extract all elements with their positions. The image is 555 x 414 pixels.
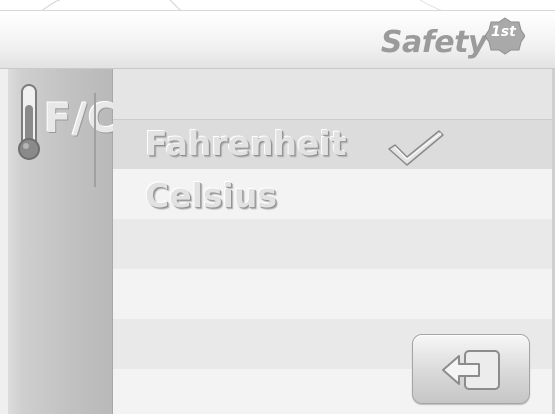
sidebar-divider [94, 93, 96, 187]
brand-badge-label: 1st [491, 24, 516, 40]
sidebar: F/C [0, 69, 117, 414]
list-row [113, 69, 555, 119]
brand-name: Safety [380, 25, 488, 60]
back-arrow-icon [442, 350, 500, 390]
list-row [113, 219, 555, 269]
back-button[interactable] [412, 334, 530, 404]
option-celsius-label[interactable]: Celsius [145, 179, 277, 212]
brand-logo: Safety 1st [380, 17, 525, 63]
checkmark-icon [385, 127, 447, 167]
sidebar-highlight [0, 69, 8, 414]
header-bar: Safety 1st [0, 10, 555, 69]
list-row [113, 269, 555, 319]
thermometer-icon [14, 83, 44, 163]
option-fahrenheit-label[interactable]: Fahrenheit [145, 127, 346, 160]
temperature-unit-screen: Safety 1st F/C Fahrenheit Celsius [0, 0, 555, 414]
unit-label: F/C [44, 96, 119, 142]
brand-badge-icon: 1st [485, 16, 525, 56]
